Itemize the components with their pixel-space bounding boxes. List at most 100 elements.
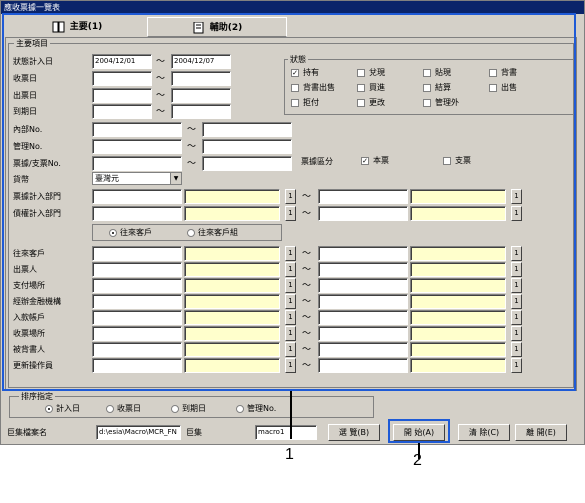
- date-from-input[interactable]: [92, 104, 152, 119]
- partner-to-code-input[interactable]: [318, 294, 408, 309]
- partner-to-code-input[interactable]: [318, 262, 408, 277]
- dept-to-search-button[interactable]: 1: [511, 206, 522, 221]
- tab-main[interactable]: 主要(1): [7, 17, 147, 37]
- partner-from-search-button[interactable]: 1: [285, 262, 296, 277]
- status-checkbox[interactable]: 更改: [357, 98, 385, 108]
- text-from-input[interactable]: [92, 139, 182, 154]
- partner-from-code-input[interactable]: [92, 294, 182, 309]
- radio-dot[interactable]: [109, 228, 117, 237]
- status-checkbox[interactable]: 兌現: [357, 68, 385, 78]
- status-checkbox[interactable]: 管理外: [423, 98, 459, 108]
- dept-to-code-input[interactable]: [318, 189, 408, 204]
- partner-from-search-button[interactable]: 1: [285, 278, 296, 293]
- text-from-input[interactable]: [92, 122, 182, 137]
- checkbox-box[interactable]: [291, 98, 299, 107]
- partner-to-code-input[interactable]: [318, 326, 408, 341]
- partner-to-search-button[interactable]: 1: [511, 310, 522, 325]
- partner-from-code-input[interactable]: [92, 326, 182, 341]
- checkbox-box[interactable]: [357, 68, 365, 77]
- text-to-input[interactable]: [202, 156, 292, 171]
- partner-from-search-button[interactable]: 1: [285, 358, 296, 373]
- partner-from-search-button[interactable]: 1: [285, 342, 296, 357]
- partner-to-search-button[interactable]: 1: [511, 246, 522, 261]
- date-to-input[interactable]: 2004/12/07: [171, 54, 231, 69]
- partner-from-search-button[interactable]: 1: [285, 326, 296, 341]
- status-checkbox[interactable]: 貼現: [423, 68, 451, 78]
- status-checkbox[interactable]: 背書出售: [291, 83, 335, 93]
- close-button[interactable]: 離 開(E): [515, 424, 567, 441]
- chevron-down-icon[interactable]: ▼: [170, 173, 181, 184]
- dept-from-code-input[interactable]: [92, 189, 182, 204]
- radio-dot[interactable]: [45, 404, 53, 413]
- partner-from-code-input[interactable]: [92, 342, 182, 357]
- sort-radio[interactable]: 管理No.: [236, 404, 276, 414]
- status-checkbox[interactable]: 結算: [423, 83, 451, 93]
- radio-dot[interactable]: [236, 404, 244, 413]
- sort-radio[interactable]: 計入日: [45, 404, 80, 414]
- checkbox-box[interactable]: [357, 83, 365, 92]
- checkbox-box[interactable]: [489, 68, 497, 77]
- status-checkbox[interactable]: 背書: [489, 68, 517, 78]
- browse-button[interactable]: 選 覽(B): [328, 424, 380, 441]
- date-to-input[interactable]: [171, 88, 231, 103]
- partner-radio-client-group[interactable]: 往來客戶組: [187, 228, 238, 238]
- partner-from-code-input[interactable]: [92, 278, 182, 293]
- radio-dot[interactable]: [187, 228, 195, 237]
- radio-dot[interactable]: [171, 404, 179, 413]
- checkbox-box[interactable]: [291, 83, 299, 92]
- dept-from-search-button[interactable]: 1: [285, 189, 296, 204]
- partner-to-search-button[interactable]: 1: [511, 278, 522, 293]
- date-to-input[interactable]: [171, 71, 231, 86]
- date-from-input[interactable]: 2004/12/01: [92, 54, 152, 69]
- macro-input[interactable]: macro1: [255, 425, 317, 440]
- partner-to-search-button[interactable]: 1: [511, 262, 522, 277]
- partner-to-code-input[interactable]: [318, 246, 408, 261]
- dept-from-code-input[interactable]: [92, 206, 182, 221]
- partner-from-code-input[interactable]: [92, 246, 182, 261]
- checkbox-box[interactable]: [423, 83, 431, 92]
- dept-to-search-button[interactable]: 1: [511, 189, 522, 204]
- checkbox-box[interactable]: ✓: [291, 68, 299, 77]
- date-from-input[interactable]: [92, 71, 152, 86]
- partner-from-search-button[interactable]: 1: [285, 246, 296, 261]
- macro-file-input[interactable]: d:\esia\Macro\MCR_FN: [96, 425, 181, 440]
- partner-to-code-input[interactable]: [318, 342, 408, 357]
- partner-from-code-input[interactable]: [92, 262, 182, 277]
- checkbox-box[interactable]: [443, 156, 451, 165]
- status-checkbox[interactable]: ✓ 持有: [291, 68, 319, 78]
- text-from-input[interactable]: [92, 156, 182, 171]
- radio-dot[interactable]: [106, 404, 114, 413]
- text-to-input[interactable]: [202, 122, 292, 137]
- date-from-input[interactable]: [92, 88, 152, 103]
- partner-to-search-button[interactable]: 1: [511, 326, 522, 341]
- status-checkbox[interactable]: 出售: [489, 83, 517, 93]
- status-checkbox[interactable]: 拒付: [291, 98, 319, 108]
- tab-aux[interactable]: 輔助(2): [147, 17, 287, 37]
- partner-from-code-input[interactable]: [92, 358, 182, 373]
- dept-from-search-button[interactable]: 1: [285, 206, 296, 221]
- partner-from-search-button[interactable]: 1: [285, 294, 296, 309]
- checkbox-box[interactable]: ✓: [361, 156, 369, 165]
- checkbox-box[interactable]: [423, 98, 431, 107]
- currency-select[interactable]: 臺灣元 ▼: [92, 172, 182, 185]
- partner-radio-client[interactable]: 往來客戶: [109, 228, 152, 238]
- date-to-input[interactable]: [171, 104, 231, 119]
- checkbox-box[interactable]: [357, 98, 365, 107]
- checkbox-box[interactable]: [423, 68, 431, 77]
- partner-from-code-input[interactable]: [92, 310, 182, 325]
- dept-to-code-input[interactable]: [318, 206, 408, 221]
- note-type-checkbox[interactable]: ✓ 本票: [361, 156, 389, 166]
- status-checkbox[interactable]: 買進: [357, 83, 385, 93]
- sort-radio[interactable]: 到期日: [171, 404, 206, 414]
- partner-to-code-input[interactable]: [318, 358, 408, 373]
- text-to-input[interactable]: [202, 139, 292, 154]
- partner-to-search-button[interactable]: 1: [511, 342, 522, 357]
- checkbox-box[interactable]: [489, 83, 497, 92]
- partner-to-code-input[interactable]: [318, 310, 408, 325]
- note-type-checkbox[interactable]: 支票: [443, 156, 471, 166]
- partner-to-search-button[interactable]: 1: [511, 294, 522, 309]
- partner-from-search-button[interactable]: 1: [285, 310, 296, 325]
- partner-to-code-input[interactable]: [318, 278, 408, 293]
- partner-to-search-button[interactable]: 1: [511, 358, 522, 373]
- sort-radio[interactable]: 收票日: [106, 404, 141, 414]
